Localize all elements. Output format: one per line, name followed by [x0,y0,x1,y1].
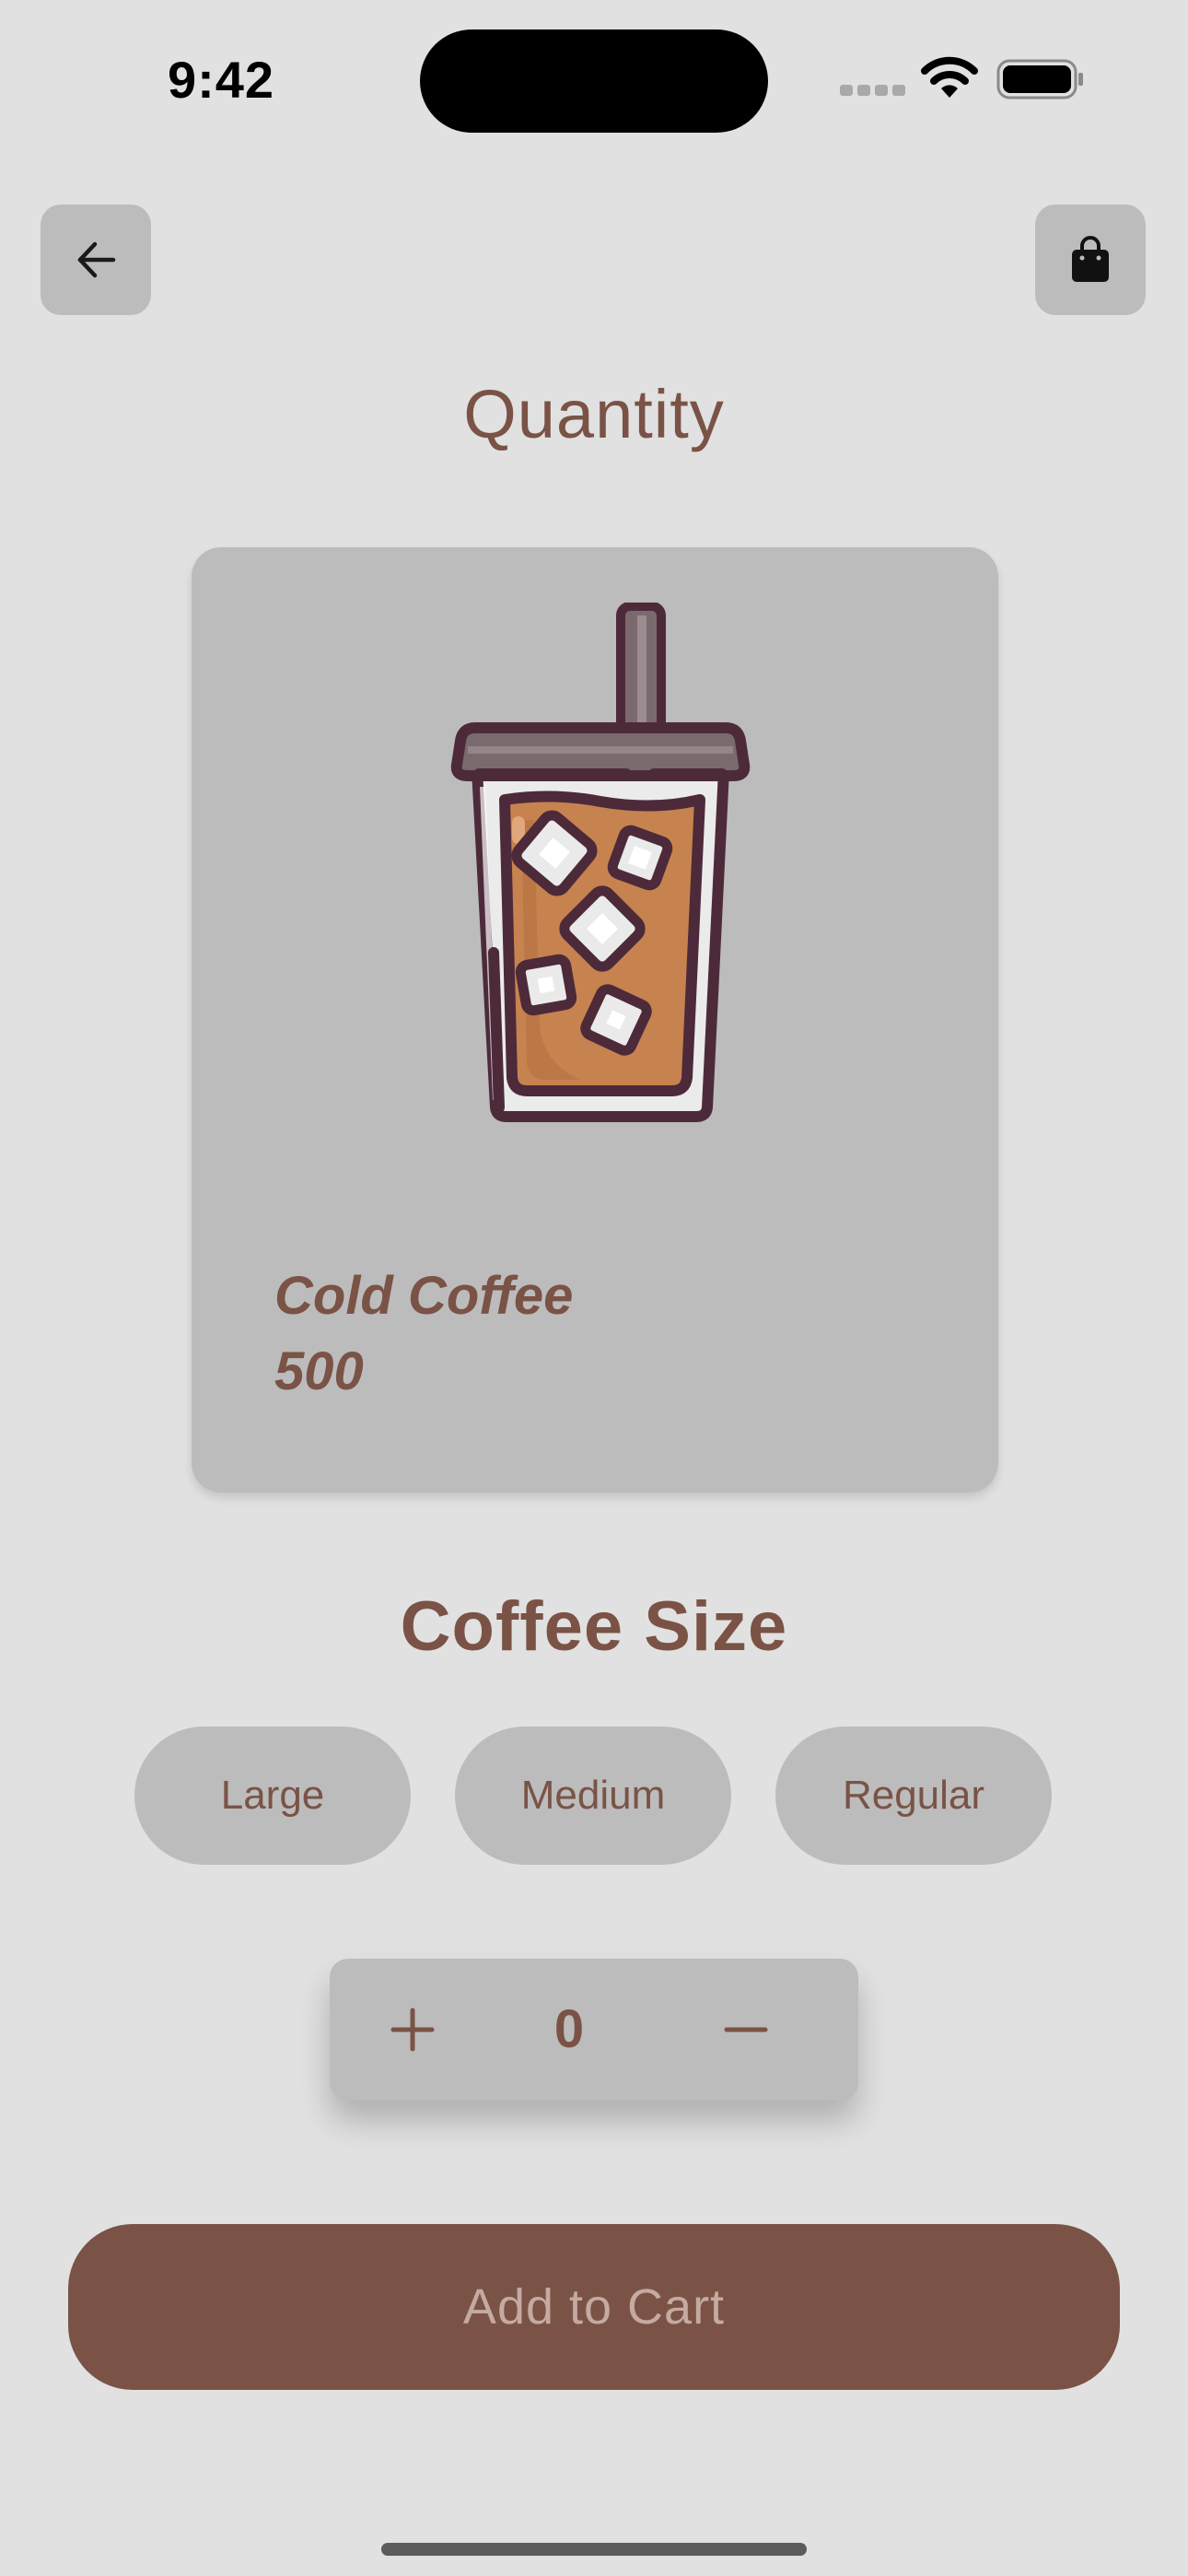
size-option-large[interactable]: Large [134,1727,411,1865]
home-indicator[interactable] [381,2543,807,2556]
product-card: Cold Coffee 500 [192,547,998,1493]
size-option-medium[interactable]: Medium [455,1727,731,1865]
quantity-value: 0 [553,1999,585,2059]
page-title: Quantity [463,376,725,452]
coffee-size-heading: Coffee Size [400,1587,788,1666]
minus-icon [724,2027,768,2032]
status-time: 9:42 [167,51,275,109]
size-option-regular[interactable]: Regular [775,1727,1052,1865]
size-option-label: Large [220,1773,325,1818]
cart-button[interactable] [1035,205,1146,315]
decrement-button[interactable] [691,1974,801,2085]
battery-icon [996,59,1083,100]
cellular-signal-icon [840,85,906,96]
shopping-bag-icon [1072,236,1109,282]
product-name: Cold Coffee [274,1266,574,1326]
product-price: 500 [274,1341,364,1401]
wifi-icon [921,56,978,98]
size-option-label: Medium [520,1773,666,1818]
back-button[interactable] [41,205,151,315]
increment-button[interactable] [357,1974,468,2085]
dynamic-island [420,29,768,133]
size-option-label: Regular [842,1773,985,1818]
iced-coffee-illustration [450,603,751,1122]
quantity-stepper: 0 [330,1959,858,2101]
add-to-cart-label: Add to Cart [462,2279,726,2335]
add-to-cart-button[interactable]: Add to Cart [68,2224,1120,2390]
plus-icon [390,2008,435,2052]
arrow-left-icon [77,241,116,278]
